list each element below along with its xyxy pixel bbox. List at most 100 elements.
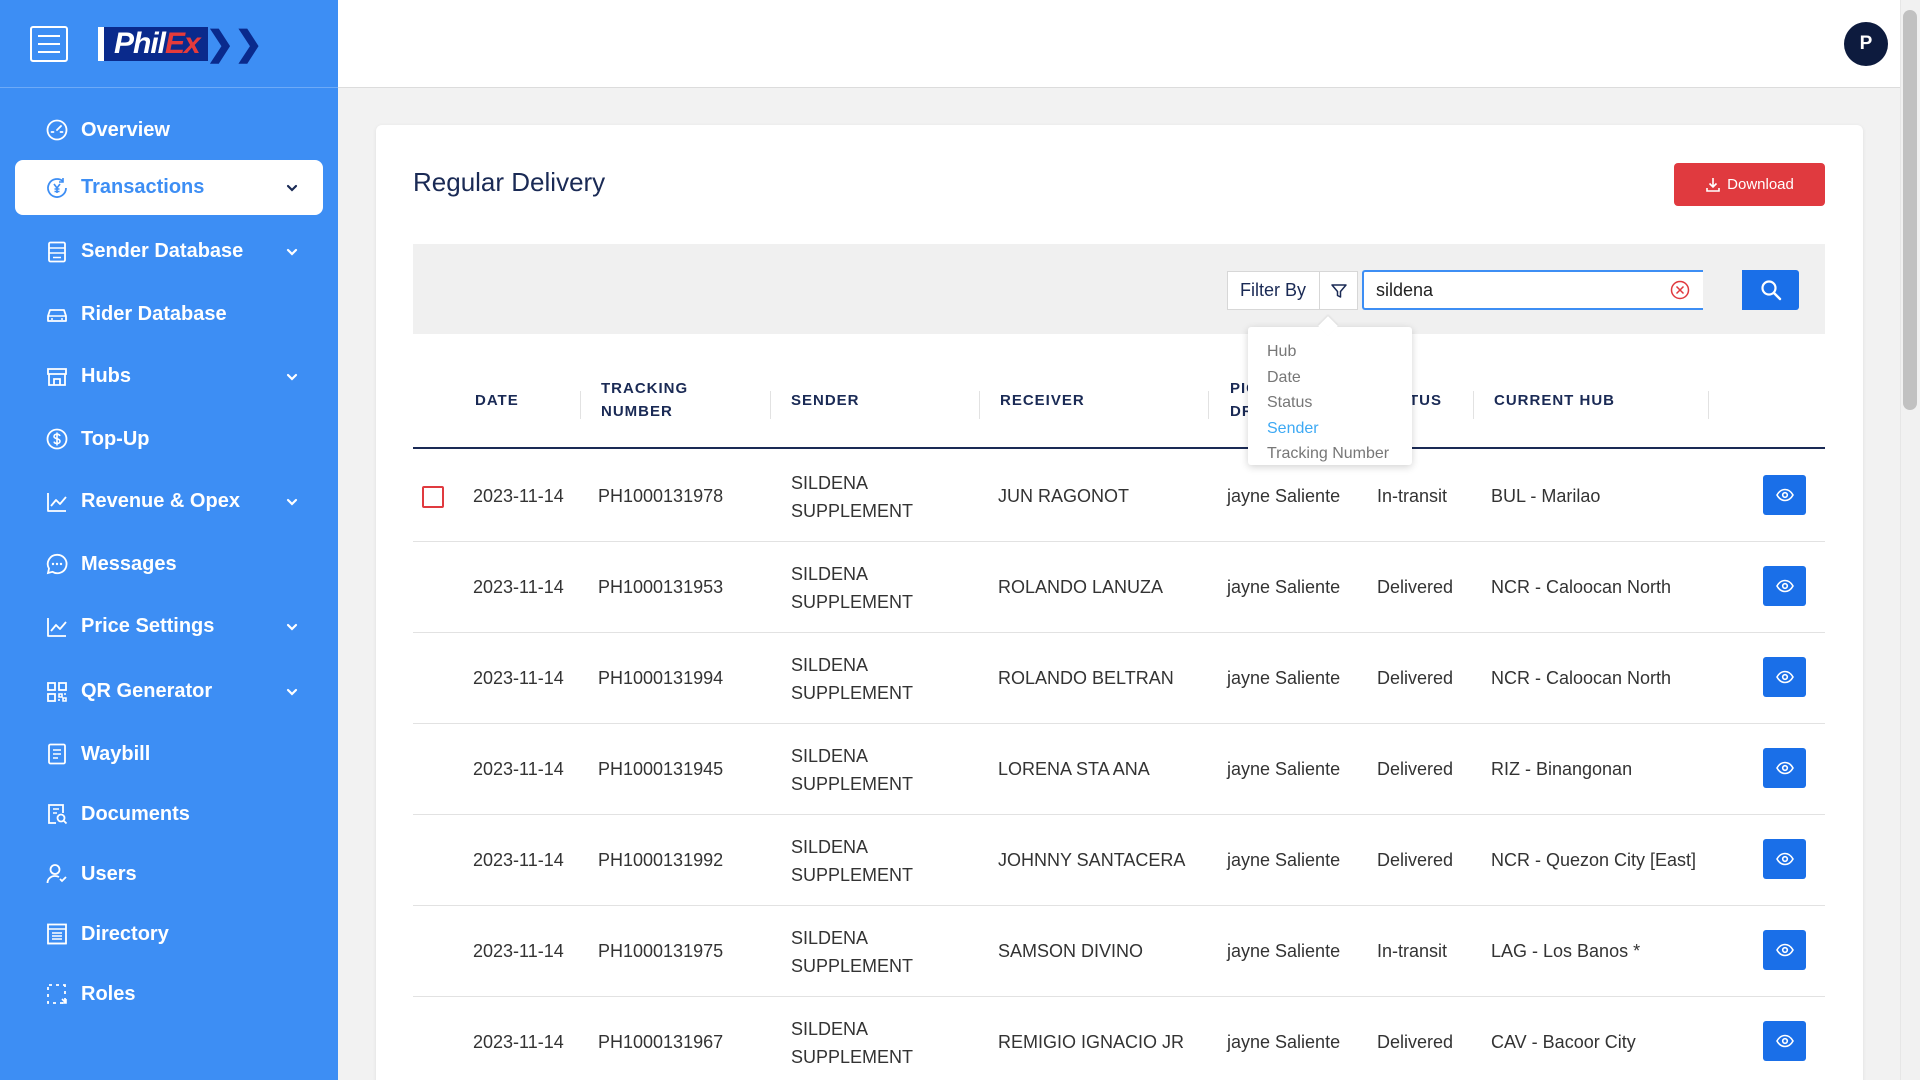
table-row[interactable]: 2023-11-14 PH1000131978 SILDENA SUPPLEMENT J…: [413, 451, 1825, 542]
header-receiver[interactable]: RECEIVER: [1000, 389, 1085, 412]
line-chart-icon: [44, 614, 70, 640]
cell-driver: jayne Saliente: [1227, 577, 1341, 597]
chevron-down-icon[interactable]: [283, 618, 301, 636]
table-row[interactable]: 2023-11-14 PH1000131953 SILDENA SUPPLEMENT R…: [413, 542, 1825, 633]
chevron-down-icon[interactable]: [283, 243, 301, 261]
eye-icon: [1775, 943, 1794, 957]
sidebar-item-documents[interactable]: Documents: [15, 784, 323, 844]
sender-line1: SILDENA: [791, 654, 869, 675]
sender-line2: SUPPLEMENT: [791, 591, 914, 612]
cell-date: 2023-11-14: [473, 941, 564, 961]
sidebar-item-top-up[interactable]: Top-Up: [15, 409, 323, 469]
chat-icon: [44, 551, 70, 577]
sidebar-nav: Overview Transactions Sender Database Rider…: [0, 88, 338, 1024]
sidebar: PhilEx ❯❯ Overview Transactions Sender Dat…: [0, 0, 338, 1080]
sidebar-item-waybill[interactable]: Waybill: [15, 724, 323, 784]
list-icon: [44, 239, 70, 265]
sender-line1: SILDENA: [791, 745, 869, 766]
sidebar-item-label: Rider Database: [81, 302, 227, 325]
table-row[interactable]: 2023-11-14 PH1000131967 SILDENA SUPPLEMENT R…: [413, 997, 1825, 1080]
document-search-icon: [44, 801, 70, 827]
cell-status: Delivered: [1377, 850, 1454, 870]
header-date[interactable]: DATE: [475, 389, 519, 412]
table-row[interactable]: 2023-11-14 PH1000131945 SILDENA SUPPLEMENT L…: [413, 724, 1825, 815]
chevron-down-icon[interactable]: [283, 493, 301, 511]
page-scrollbar[interactable]: [1900, 0, 1920, 1080]
table-row[interactable]: 2023-11-14 PH1000131992 SILDENA SUPPLEMENT J…: [413, 815, 1825, 906]
cell-driver: jayne Saliente: [1227, 759, 1341, 779]
line-chart-icon: [44, 489, 70, 515]
cell-status: Delivered: [1377, 1032, 1454, 1052]
chevron-down-icon[interactable]: [283, 368, 301, 386]
header-current-hub[interactable]: CURRENT HUB: [1494, 389, 1615, 412]
table-header: DATE TRACKING NUMBER SENDER RECEIVER PIC D…: [413, 351, 1825, 449]
sidebar-item-transactions[interactable]: Transactions: [15, 160, 323, 215]
yen-circle-icon: [44, 175, 70, 201]
sidebar-item-messages[interactable]: Messages: [15, 534, 323, 594]
filter-option-tracking-number[interactable]: Tracking Number: [1267, 441, 1412, 467]
sidebar-item-overview[interactable]: Overview: [15, 100, 323, 160]
chevron-down-icon[interactable]: [283, 179, 301, 197]
filter-option-sender[interactable]: Sender: [1267, 416, 1412, 442]
view-button[interactable]: [1763, 1021, 1806, 1061]
filter-option-hub[interactable]: Hub: [1267, 339, 1412, 365]
view-button[interactable]: [1763, 839, 1806, 879]
cell-driver: jayne Saliente: [1227, 668, 1341, 688]
view-button[interactable]: [1763, 566, 1806, 606]
sidebar-item-qr-generator[interactable]: QR Generator: [15, 659, 323, 724]
eye-icon: [1775, 1034, 1794, 1048]
filter-dropdown: Hub Date Status Sender Tracking Number: [1248, 327, 1412, 465]
table-row[interactable]: 2023-11-14 PH1000131975 SILDENA SUPPLEMENT S…: [413, 906, 1825, 997]
sidebar-item-sender-database[interactable]: Sender Database: [15, 219, 323, 284]
sender-line2: SUPPLEMENT: [791, 1046, 914, 1067]
eye-icon: [1775, 761, 1794, 775]
header-tracking-number[interactable]: TRACKING NUMBER: [601, 377, 688, 423]
cell-receiver: JOHNNY SANTACERA: [998, 850, 1186, 870]
chevron-down-icon[interactable]: [283, 683, 301, 701]
speedometer-icon: [44, 117, 70, 143]
view-button[interactable]: [1763, 930, 1806, 970]
cell-status: Delivered: [1377, 759, 1454, 779]
user-avatar[interactable]: P: [1844, 22, 1888, 66]
sidebar-item-roles[interactable]: Roles: [15, 964, 323, 1024]
sender-line1: SILDENA: [791, 472, 869, 493]
sidebar-item-users[interactable]: Users: [15, 844, 323, 904]
sidebar-item-rider-database[interactable]: Rider Database: [15, 284, 323, 344]
sidebar-item-label: Overview: [81, 118, 170, 141]
content-card: Regular Delivery Download Filter By HubD…: [376, 125, 1863, 1080]
philex-logo[interactable]: PhilEx ❯❯: [98, 24, 263, 64]
row-checkbox[interactable]: [422, 486, 444, 508]
view-button[interactable]: [1763, 657, 1806, 697]
filter-option-date[interactable]: Date: [1267, 365, 1412, 391]
header-sender[interactable]: SENDER: [791, 389, 860, 412]
menu-toggle-icon[interactable]: [30, 25, 68, 62]
cell-tracking-number: PH1000131945: [598, 759, 724, 779]
sidebar-item-label: Revenue & Opex: [81, 490, 240, 512]
sender-line2: SUPPLEMENT: [791, 955, 914, 976]
view-button[interactable]: [1763, 475, 1806, 515]
search-input[interactable]: [1364, 272, 1669, 308]
sidebar-item-directory[interactable]: Directory: [15, 904, 323, 964]
sidebar-item-revenue-opex[interactable]: Revenue & Opex: [15, 469, 323, 534]
filter-option-status[interactable]: Status: [1267, 390, 1412, 416]
header-tracking-line1: TRACKING: [601, 380, 689, 397]
sidebar-item-price-settings[interactable]: Price Settings: [15, 594, 323, 659]
header-status[interactable]: TUS: [1409, 389, 1442, 412]
search-button[interactable]: [1742, 270, 1799, 310]
filter-by-button[interactable]: Filter By: [1227, 271, 1358, 310]
cell-sender: SILDENA SUPPLEMENT: [791, 724, 913, 815]
table-row[interactable]: 2023-11-14 PH1000131994 SILDENA SUPPLEMENT R…: [413, 633, 1825, 724]
download-button[interactable]: Download: [1674, 163, 1825, 206]
sidebar-item-hubs[interactable]: Hubs: [15, 344, 323, 409]
car-icon: [44, 301, 70, 327]
clear-search-icon[interactable]: [1669, 279, 1691, 301]
eye-icon: [1775, 852, 1794, 866]
cell-tracking-number: PH1000131967: [598, 1032, 724, 1052]
scrollbar-thumb[interactable]: [1903, 10, 1917, 410]
view-button[interactable]: [1763, 748, 1806, 788]
download-icon: [1706, 177, 1720, 192]
sidebar-item-label: Roles: [81, 982, 136, 1005]
sender-line2: SUPPLEMENT: [791, 682, 914, 703]
dollar-circle-icon: [44, 426, 70, 452]
sender-line2: SUPPLEMENT: [791, 864, 914, 885]
